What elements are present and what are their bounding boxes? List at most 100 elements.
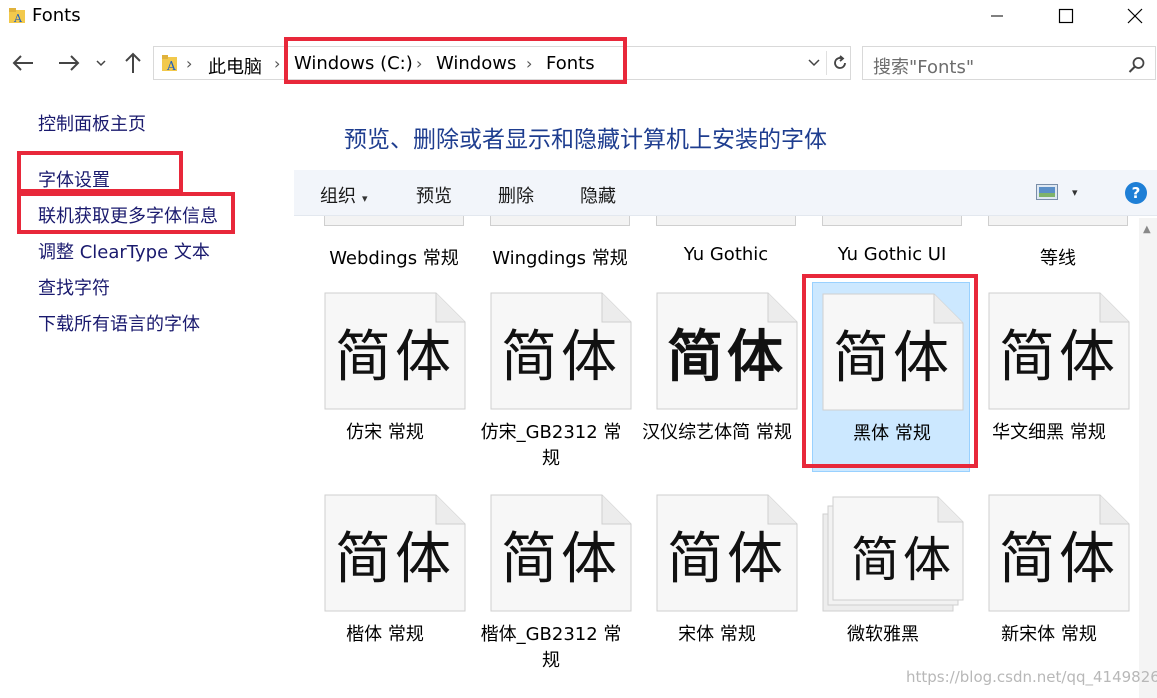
font-label[interactable]: Wingdings 常规 [480,244,640,270]
font-preview-glyph: 简体 [335,527,455,592]
font-preview-glyph: 简体 [833,326,953,391]
fonts-folder-icon: A [8,7,26,25]
help-icon[interactable]: ? [1125,182,1147,204]
dropdown-arrow-icon: ▾ [362,192,368,205]
font-file-partial [490,216,630,226]
breadcrumb-c-drive[interactable]: Windows (C:) [294,53,413,74]
breadcrumb-this-pc[interactable]: 此电脑 [208,53,262,79]
font-file-icon: 简体 [324,494,466,612]
up-arrow-icon [125,52,141,73]
sidebar-item-font-settings[interactable]: 字体设置 [38,166,110,192]
maximize-icon [1058,8,1074,24]
vertical-scrollbar[interactable]: ▲ [1139,218,1157,698]
font-label[interactable]: Yu Gothic UI [812,244,972,265]
font-tile-kaiti-gb2312[interactable]: 简体 楷体_GB2312 常规 [468,484,634,674]
font-file-icon: 简体 [988,292,1130,410]
up-button[interactable] [120,50,146,76]
font-label: 华文细黑 常规 [992,422,1106,443]
breadcrumb-windows[interactable]: Windows [436,53,516,74]
forward-button[interactable] [54,50,84,76]
refresh-button[interactable] [830,53,850,73]
font-label[interactable]: Yu Gothic [646,244,806,265]
font-label: 宋体 常规 [678,624,756,645]
font-label: 微软雅黑 [847,624,919,645]
address-divider [826,51,827,75]
font-file-icon: 简体 [988,494,1130,612]
title-bar: A Fonts [0,0,1157,32]
view-options-dropdown[interactable]: ▾ [1072,186,1078,199]
font-preview-glyph: 简体 [501,527,621,592]
organize-label: 组织 [320,186,356,207]
font-tile-kaiti[interactable]: 简体 楷体 常规 [302,484,468,674]
font-label: 新宋体 常规 [1001,624,1097,645]
font-file-icon: 简体 [490,292,632,410]
font-label[interactable]: 等线 [978,244,1138,270]
breadcrumb-separator: › [416,54,423,73]
back-arrow-icon [12,55,33,71]
font-file-icon: 简体 [822,293,964,411]
command-bar: 组织 ▾ 预览 删除 隐藏 [294,170,1157,216]
address-dropdown-button[interactable] [804,53,824,73]
font-file-icon: 简体 [656,494,798,612]
page-title: 预览、删除或者显示和隐藏计算机上安装的字体 [344,127,827,153]
font-preview-glyph: 简体 [999,325,1119,390]
font-tile-huawen-xihei[interactable]: 简体 华文细黑 常规 [966,282,1132,472]
minimize-button[interactable] [974,0,1020,32]
svg-text:A: A [13,12,23,25]
back-button[interactable] [8,50,38,76]
search-placeholder[interactable]: 搜索"Fonts" [873,53,974,79]
font-file-icon: 简体 [656,292,798,410]
address-bar[interactable]: A › 此电脑 › Windows (C:) › Windows › Fonts [153,46,851,80]
delete-button[interactable]: 删除 [498,182,534,208]
navigation-bar: A › 此电脑 › Windows (C:) › Windows › Fonts… [0,40,1157,86]
breadcrumb-fonts[interactable]: Fonts [546,53,595,74]
font-label: 楷体_GB2312 常规 [480,624,622,671]
font-tile-fangsong-gb2312[interactable]: 简体 仿宋_GB2312 常规 [468,282,634,472]
sidebar-item-adjust-cleartype[interactable]: 调整 ClearType 文本 [38,238,210,264]
svg-text:A: A [166,59,176,73]
font-tile-microsoft-yahei[interactable]: 简体 微软雅黑 [800,484,966,674]
font-file-partial [988,216,1128,226]
close-button[interactable] [1112,0,1157,32]
maximize-button[interactable] [1043,0,1089,32]
chevron-down-icon [808,59,820,67]
organize-menu-button[interactable]: 组织 ▾ [320,182,368,208]
font-label: 汉仪综艺体简 常规 [642,422,792,443]
font-preview-glyph: 简体 [999,527,1119,592]
font-tile-fangsong[interactable]: 简体 仿宋 常规 [302,282,468,472]
sidebar-item-control-panel-home[interactable]: 控制面板主页 [38,110,146,136]
refresh-icon [834,55,846,69]
font-preview-glyph: 简体 [667,325,787,390]
font-preview-glyph: 简体 [501,325,621,390]
font-label: 楷体 常规 [346,624,424,645]
watermark: https://blog.csdn.net/qq_41498261 [906,668,1157,686]
change-view-icon[interactable] [1036,184,1058,200]
font-label[interactable]: Webdings 常规 [314,244,474,270]
breadcrumb-separator: › [186,54,193,73]
fonts-folder-icon: A [160,53,180,73]
search-icon[interactable] [1127,55,1147,75]
close-icon [1127,8,1143,24]
sidebar-item-download-all-fonts[interactable]: 下载所有语言的字体 [38,310,200,336]
font-label: 黑体 常规 [853,423,931,444]
recent-locations-button[interactable] [92,50,110,76]
scroll-up-icon[interactable]: ▲ [1143,224,1151,235]
font-preview-glyph: 简体 [667,527,787,592]
breadcrumb-separator: › [274,54,281,73]
font-tile-hanyi-zongyi[interactable]: 简体 汉仪综艺体简 常规 [634,282,800,472]
sidebar-item-get-more-fonts-online[interactable]: 联机获取更多字体信息 [38,202,218,228]
font-file-partial [324,216,464,226]
search-box[interactable]: 搜索"Fonts" [862,46,1156,80]
font-tile-new-songti[interactable]: 简体 新宋体 常规 [966,484,1132,674]
font-tile-songti[interactable]: 简体 宋体 常规 [634,484,800,674]
sidebar-item-find-character[interactable]: 查找字符 [38,274,110,300]
font-file-icon: 简体 [490,494,632,612]
preview-button[interactable]: 预览 [416,182,452,208]
window-title: Fonts [32,5,81,26]
hide-button[interactable]: 隐藏 [580,182,616,208]
font-tile-heiti[interactable]: 简体 黑体 常规 [812,282,970,472]
minimize-icon [991,15,1003,17]
forward-arrow-icon [59,55,80,71]
breadcrumb-separator: › [526,54,533,73]
font-preview-glyph: 简体 [850,532,955,588]
